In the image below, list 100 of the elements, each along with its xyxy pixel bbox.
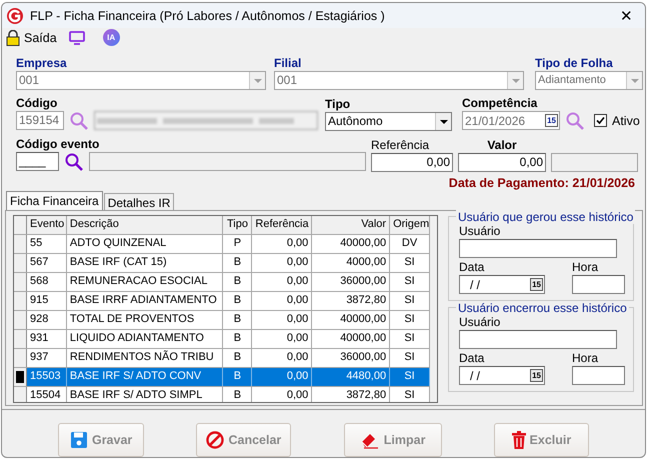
table-cell: 568 [27,273,67,291]
table-cell: SI [390,349,430,367]
window-title: FLP - Ficha Financeira (Pró Labores / Autônomos / Estagiários ) [30,8,386,23]
table-cell: 15503 [27,368,67,386]
table-cell: ADTO QUINZENAL [66,235,224,253]
table-row[interactable]: 568 REMUNERACAO ESOCIAL B 0,00 36000,00 SI [14,273,430,292]
table-cell: BASE IRF S/ ADTO CONV [66,368,224,386]
table-cell: 0,00 [252,273,312,291]
search-icon[interactable] [64,152,84,172]
column-header[interactable]: Origem [390,216,430,234]
field-label: Usuário [459,315,502,330]
table-cell: B [223,368,252,386]
exit-button[interactable]: Saída [6,30,57,46]
logo-icon [6,6,24,25]
table-cell: 0,00 [252,292,312,310]
prohibited-icon [206,431,224,449]
column-header[interactable]: Tipo [223,216,252,234]
table-cell: SI [390,292,430,310]
table-cell: B [223,387,252,402]
field-label: Data [459,351,486,366]
field-label: Data [459,260,486,275]
table-cell: B [223,330,252,348]
field-label: Tipo [325,96,352,112]
table-cell: BASE IRF (CAT 15) [66,254,224,272]
table-cell: BASE IRRF ADIANTAMENTO [66,292,224,310]
table-cell: 15504 [27,387,67,402]
row-pointer-icon [16,371,24,383]
tab[interactable]: Ficha Financeira [6,191,103,210]
table-cell: SI [390,273,430,291]
date-field[interactable]: / / 15 [459,275,545,294]
field-label: Competência [462,96,538,111]
table-cell: 0,00 [252,254,312,272]
table-cell: 4000,00 [312,254,390,272]
column-header[interactable]: Evento [27,216,67,234]
table-row[interactable]: 928 TOTAL DE PROVENTOS B 0,00 40000,00 SI [14,311,430,330]
calendar-button[interactable]: 15 [545,114,558,128]
table-cell: LIQUIDO ADIANTAMENTO [66,330,224,348]
group-title: Usuário que gerou esse histórico [456,210,636,224]
table-row[interactable]: 55 ADTO QUINZENAL P 0,00 40000,00 DV [14,235,430,254]
table-cell: 55 [27,235,67,253]
table-cell: P [223,235,252,253]
table-cell: 40000,00 [312,235,390,253]
table-cell: 3872,80 [312,292,390,310]
table-row[interactable]: 15503 BASE IRF S/ ADTO CONV B 0,00 4480,00 SI [14,368,430,387]
column-header[interactable]: Referência [252,216,312,234]
field-label: Código evento [16,136,100,152]
table-cell: 928 [27,311,67,329]
date-field[interactable]: 21/01/2026 15 [462,111,560,130]
table-row[interactable]: 931 LIQUIDO ADIANTAMENTO B 0,00 40000,00 SI [14,330,430,349]
calendar-button[interactable]: 15 [530,369,543,382]
ai-button[interactable]: IA [102,29,120,46]
table-cell: 4480,00 [312,368,390,386]
branch-dropdown[interactable]: 001 [274,70,524,90]
value-field[interactable]: 0,00 [458,152,546,172]
table-cell: 567 [27,254,67,272]
table-row[interactable]: 937 RENDIMENTOS NÃO TRIBU B 0,00 36000,00 SI [14,349,430,368]
close-button[interactable]: ✕ [612,6,641,25]
user-field[interactable] [459,330,617,349]
table-row[interactable]: 915 BASE IRRF ADIANTAMENTO B 0,00 3872,80 SI [14,292,430,311]
padlock-icon [6,30,20,46]
payment-date-text: Data de Pagamento: 21/01/2026 [448,176,635,190]
company-dropdown[interactable]: 001 [16,70,266,90]
table-row[interactable]: 15504 BASE IRF S/ ADTO SIMPL B 0,00 3872,80 SI [14,387,430,402]
calendar-button[interactable]: 15 [530,278,543,291]
table-row[interactable]: 567 BASE IRF (CAT 15) B 0,00 4000,00 SI [14,254,430,273]
trash-icon [512,431,526,449]
table-cell: 36000,00 [312,273,390,291]
table-cell: DV [390,235,430,253]
monitor-icon [68,30,85,45]
type-dropdown[interactable]: Autônomo [325,112,452,131]
table-cell: 0,00 [252,387,312,402]
date-field[interactable]: / / 15 [459,366,545,385]
time-field[interactable] [572,366,625,385]
user-field[interactable] [459,239,617,258]
table-cell: SI [390,330,430,348]
event-code-field[interactable]: ____ [16,152,59,172]
table-cell: B [223,292,252,310]
code-field[interactable]: 159154 [16,111,64,130]
checkbox[interactable] [594,114,607,128]
reference-field[interactable]: 0,00 [371,152,453,172]
table-cell: B [223,349,252,367]
table-cell: 0,00 [252,311,312,329]
table-cell: RENDIMENTOS NÃO TRIBU [66,349,224,367]
table-cell: 0,00 [252,235,312,253]
column-header[interactable]: Descrição [66,216,224,234]
checkbox-label: Ativo [612,114,640,128]
table-cell: 0,00 [252,330,312,348]
field-label: Tipo de Folha [535,56,614,71]
table-cell: SI [390,254,430,272]
table-cell: BASE IRF S/ ADTO SIMPL [66,387,224,402]
tab[interactable]: Detalhes IR [104,193,174,210]
time-field[interactable] [572,275,625,294]
table-cell: 937 [27,349,67,367]
table-cell: TOTAL DE PROVENTOS [66,311,224,329]
column-header[interactable]: Valor [312,216,390,234]
table-cell: SI [390,368,430,386]
table-cell: 40000,00 [312,311,390,329]
table-cell: 36000,00 [312,349,390,367]
payroll-type-dropdown[interactable]: Adiantamento [535,70,643,90]
monitor-button[interactable] [68,30,85,45]
